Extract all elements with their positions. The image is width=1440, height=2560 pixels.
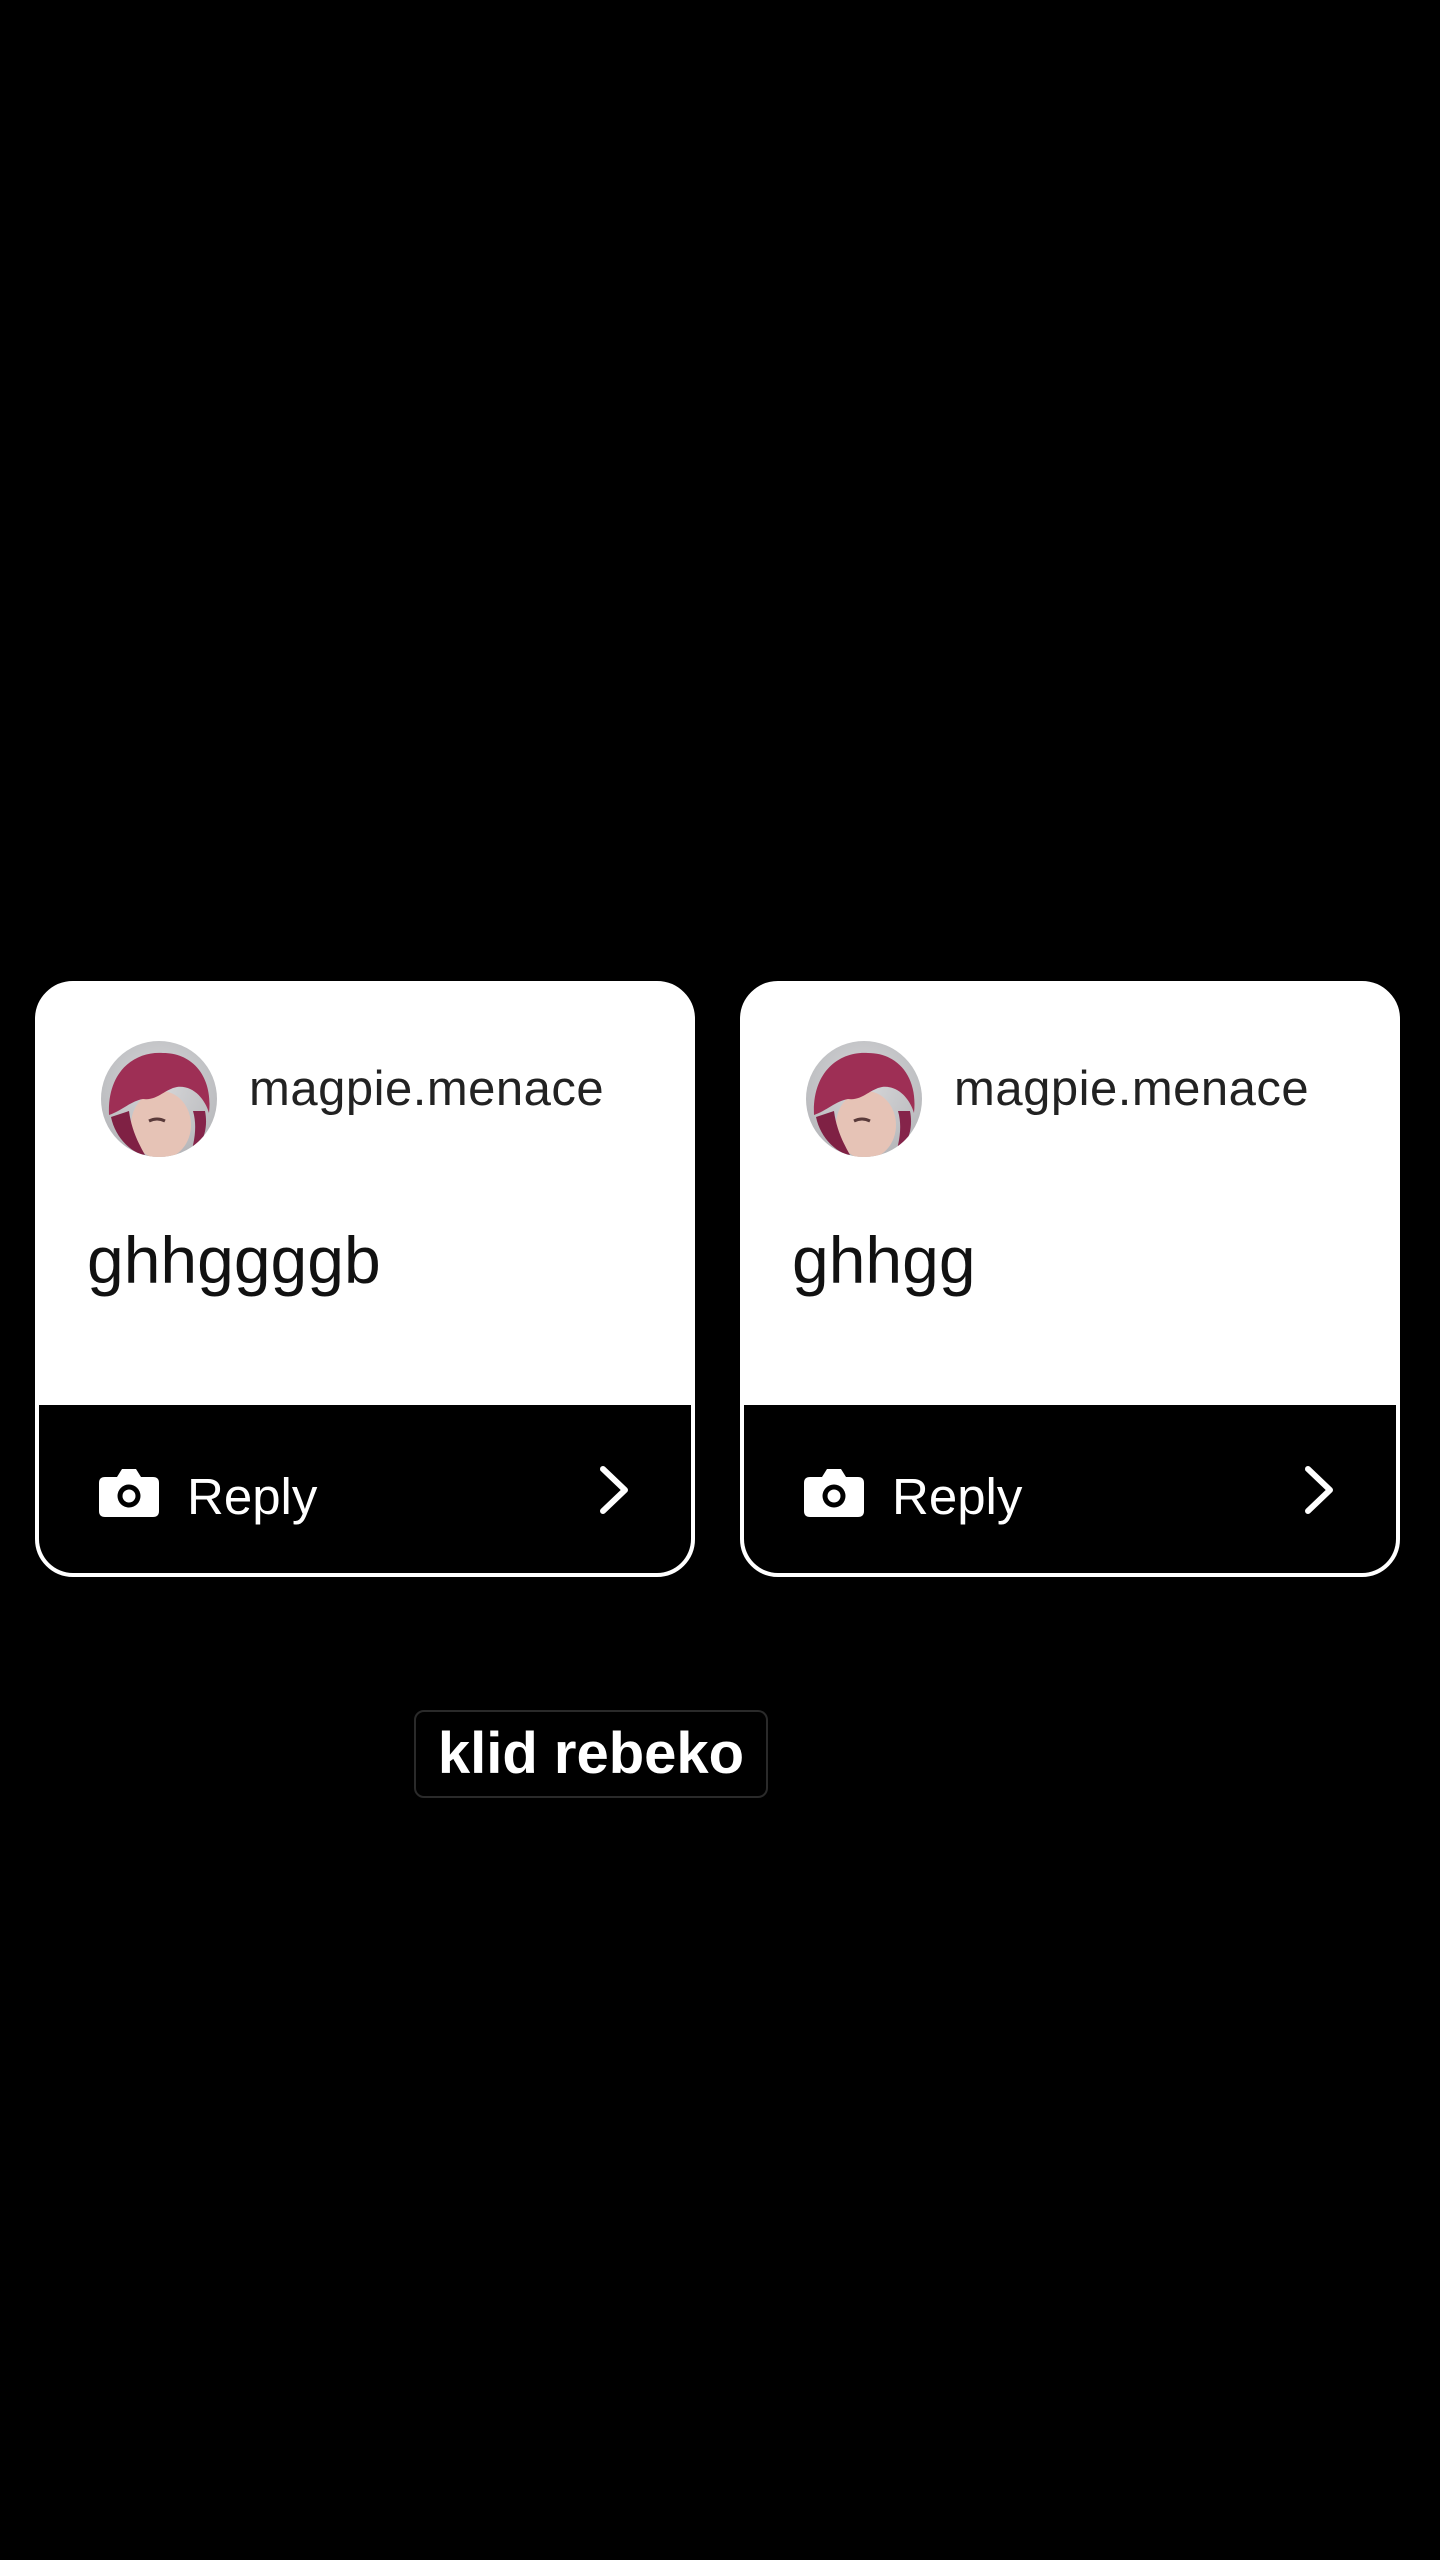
card-header-2: magpie.menace ghhgg xyxy=(744,985,1396,1405)
story-reply-card-2[interactable]: magpie.menace ghhgg Reply xyxy=(740,981,1400,1577)
reply-label: Reply xyxy=(892,1468,1023,1525)
reply-button[interactable]: Reply xyxy=(744,1405,1396,1573)
avatar[interactable] xyxy=(101,1041,217,1157)
caption-text: klid rebeko xyxy=(414,1710,768,1798)
username[interactable]: magpie.menace xyxy=(249,1061,604,1117)
avatar[interactable] xyxy=(806,1041,922,1157)
reply-button[interactable]: Reply xyxy=(39,1405,691,1573)
message-text: ghhgg xyxy=(792,1223,976,1297)
username[interactable]: magpie.menace xyxy=(954,1061,1309,1117)
reply-label: Reply xyxy=(187,1468,318,1525)
chevron-right-icon xyxy=(600,1466,628,1514)
story-reply-card-1[interactable]: magpie.menace ghhggggb Reply xyxy=(35,981,695,1577)
card-header-1: magpie.menace ghhggggb xyxy=(39,985,691,1405)
avatar-image xyxy=(108,1052,210,1157)
avatar-image xyxy=(813,1052,915,1157)
camera-icon xyxy=(99,1469,159,1517)
chevron-right-icon xyxy=(1305,1466,1333,1514)
camera-icon xyxy=(804,1469,864,1517)
message-text: ghhggggb xyxy=(87,1223,381,1297)
